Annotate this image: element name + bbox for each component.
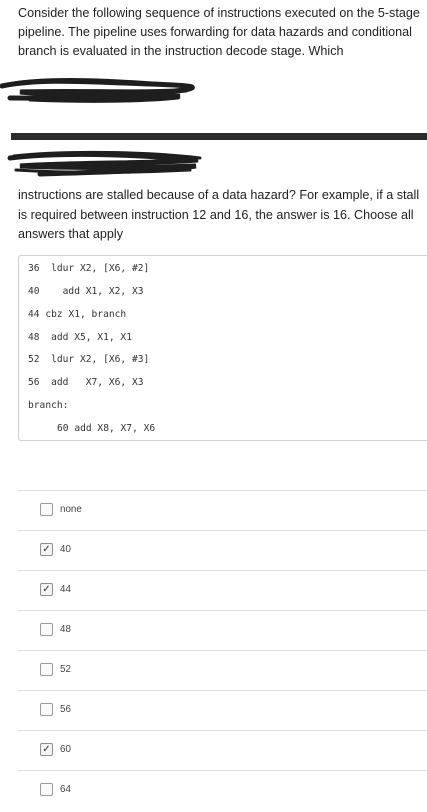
redaction-scribble-top bbox=[0, 78, 195, 103]
option-row[interactable]: ✓ 44 bbox=[18, 570, 427, 610]
code-line: 52 ldur X2, [X6, #3] bbox=[28, 354, 150, 365]
checkbox[interactable]: ✓ bbox=[40, 583, 53, 596]
option-label: 52 bbox=[60, 664, 71, 675]
question-text: Consider the following sequence of instr… bbox=[18, 6, 420, 58]
checkbox[interactable] bbox=[40, 783, 53, 796]
code-line: 48 add X5, X1, X1 bbox=[28, 332, 132, 343]
question-text: instructions are stalled because of a da… bbox=[18, 188, 420, 241]
code-line: branch: bbox=[28, 400, 69, 411]
code-line: 36 ldur X2, [X6, #2] bbox=[28, 263, 150, 274]
question-text-part-2: instructions are stalled because of a da… bbox=[18, 186, 423, 245]
code-line: 60 add X8, X7, X6 bbox=[57, 423, 156, 434]
checkbox[interactable]: ✓ bbox=[40, 743, 53, 756]
option-row[interactable]: none bbox=[18, 490, 427, 530]
option-label: 40 bbox=[60, 544, 71, 555]
redaction-scribble-bottom bbox=[7, 150, 202, 177]
option-label: 48 bbox=[60, 624, 71, 635]
option-label: 60 bbox=[60, 744, 71, 755]
code-block: 36 ldur X2, [X6, #2] 40 add X1, X2, X3 4… bbox=[18, 255, 427, 441]
question-text-part-1: Consider the following sequence of instr… bbox=[18, 4, 423, 61]
option-row[interactable]: ✓ 60 bbox=[18, 730, 427, 770]
option-row[interactable]: ✓ 40 bbox=[18, 530, 427, 570]
option-label: 64 bbox=[60, 784, 71, 795]
option-row[interactable]: 52 bbox=[18, 650, 427, 690]
option-row[interactable]: 56 bbox=[18, 690, 427, 730]
code-line: 56 add X7, X6, X3 bbox=[28, 377, 144, 388]
checkbox[interactable] bbox=[40, 503, 53, 516]
code-line: 44 cbz X1, branch bbox=[28, 309, 127, 320]
code-line: 40 add X1, X2, X3 bbox=[28, 286, 144, 297]
checkbox[interactable] bbox=[40, 703, 53, 716]
checkbox[interactable] bbox=[40, 623, 53, 636]
option-label: 44 bbox=[60, 584, 71, 595]
option-row[interactable]: 64 bbox=[18, 770, 427, 810]
option-row[interactable]: 48 bbox=[18, 610, 427, 650]
checkbox[interactable]: ✓ bbox=[40, 543, 53, 556]
checkbox[interactable] bbox=[40, 663, 53, 676]
option-label: none bbox=[60, 504, 82, 515]
divider-bar bbox=[11, 133, 427, 140]
answer-options: none ✓ 40 ✓ 44 48 52 56 ✓ 60 64 bbox=[18, 490, 427, 810]
option-label: 56 bbox=[60, 704, 71, 715]
